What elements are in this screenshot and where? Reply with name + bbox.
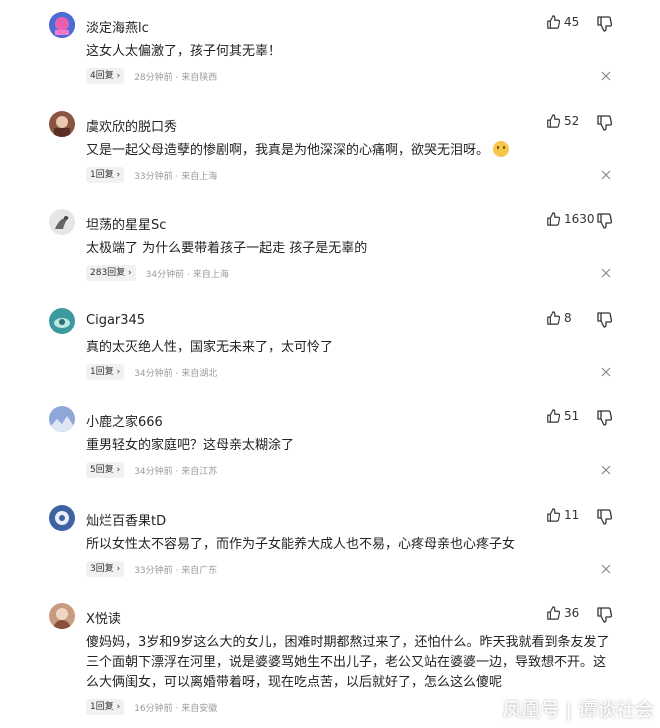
avatar[interactable] — [49, 111, 75, 137]
reply-count-button[interactable]: 5回复 › — [86, 462, 125, 478]
username[interactable]: 小鹿之家666 — [86, 411, 163, 430]
comment-meta: 1回复 › 16分钟前 · 来自安徽 — [86, 699, 217, 715]
like-count: 52 — [564, 114, 580, 128]
thumbs-up-icon — [547, 606, 560, 620]
username[interactable]: 灿烂百香果tD — [86, 510, 166, 529]
thinking-emoji-icon — [493, 141, 510, 157]
like-button[interactable]: 36 — [546, 606, 579, 620]
close-icon[interactable] — [601, 367, 611, 377]
thumbs-up-icon — [547, 409, 560, 423]
close-icon[interactable] — [601, 71, 611, 81]
comment-meta: 1回复 › 33分钟前 · 来自上海 — [86, 167, 217, 183]
username[interactable]: 虞欢欣的脱口秀 — [86, 116, 177, 135]
watermark: 凤凰号 | 谭谈社会 — [502, 699, 654, 721]
reply-count-button[interactable]: 4回复 › — [86, 68, 125, 84]
like-button[interactable]: 1630 — [546, 212, 595, 226]
username[interactable]: Cigar345 — [86, 313, 145, 328]
thumbs-up-icon — [547, 508, 560, 522]
comment-text: 太极端了 为什么要带着孩子一起走 孩子是无辜的 — [86, 241, 368, 256]
reply-count-button[interactable]: 3回复 › — [86, 561, 125, 577]
thumbs-down-icon[interactable] — [596, 16, 612, 32]
thumbs-down-icon[interactable] — [596, 115, 612, 131]
thumbs-up-icon — [547, 114, 560, 128]
thumbs-up-icon — [547, 15, 560, 29]
like-button[interactable]: 51 — [546, 409, 579, 423]
close-icon[interactable] — [601, 268, 611, 278]
like-count: 36 — [564, 606, 580, 620]
comment-text: 又是一起父母造孽的惨剧啊，我真是为他深深的心痛啊，欲哭无泪呀。 — [86, 141, 616, 161]
avatar[interactable] — [49, 505, 75, 531]
like-button[interactable]: 11 — [546, 508, 579, 522]
like-button[interactable]: 52 — [546, 114, 579, 128]
timestamp-location: 16分钟前 · 来自安徽 — [134, 703, 218, 714]
thumbs-down-icon[interactable] — [596, 213, 612, 229]
comment-text: 这女人太偏激了，孩子何其无辜！ — [86, 44, 282, 59]
timestamp-location: 33分钟前 · 来自上海 — [134, 171, 218, 182]
comment-meta: 3回复 › 33分钟前 · 来自广东 — [86, 561, 217, 577]
like-count: 51 — [564, 409, 580, 423]
comment-meta: 1回复 › 34分钟前 · 来自湖北 — [86, 364, 217, 380]
username[interactable]: X悦读 — [86, 608, 121, 627]
comment-meta: 283回复 › 34分钟前 · 来自上海 — [86, 265, 229, 281]
username[interactable]: 淡定海燕lc — [86, 17, 149, 36]
thumbs-up-icon — [547, 311, 560, 325]
like-button[interactable]: 8 — [546, 311, 572, 325]
like-count: 8 — [564, 311, 572, 325]
timestamp-location: 34分钟前 · 来自江苏 — [134, 466, 218, 477]
avatar[interactable] — [49, 12, 75, 38]
thumbs-up-icon — [547, 212, 560, 226]
like-count: 45 — [564, 15, 580, 29]
username[interactable]: 坦荡的星星Sc — [86, 214, 166, 233]
close-icon[interactable] — [601, 465, 611, 475]
thumbs-down-icon[interactable] — [596, 410, 612, 426]
avatar[interactable] — [49, 209, 75, 235]
reply-count-button[interactable]: 1回复 › — [86, 699, 125, 715]
like-count: 1630 — [564, 212, 595, 226]
avatar[interactable] — [49, 603, 75, 629]
thumbs-down-icon[interactable] — [596, 312, 612, 328]
avatar[interactable] — [49, 308, 75, 334]
reply-count-button[interactable]: 1回复 › — [86, 167, 125, 183]
timestamp-location: 33分钟前 · 来自广东 — [134, 565, 218, 576]
like-button[interactable]: 45 — [546, 15, 579, 29]
timestamp-location: 34分钟前 · 来自上海 — [145, 269, 229, 280]
timestamp-location: 34分钟前 · 来自湖北 — [134, 368, 218, 379]
like-count: 11 — [564, 508, 580, 522]
comment-text: 傻妈妈，3岁和9岁这么大的女儿，困难时期都熬过来了，还怕什么。昨天我就看到条友发… — [86, 635, 610, 690]
comment-meta: 5回复 › 34分钟前 · 来自江苏 — [86, 462, 217, 478]
reply-count-button[interactable]: 283回复 › — [86, 265, 136, 281]
avatar[interactable] — [49, 406, 75, 432]
timestamp-location: 28分钟前 · 来自陕西 — [134, 72, 218, 83]
comment-meta: 4回复 › 28分钟前 · 来自陕西 — [86, 68, 217, 84]
reply-count-button[interactable]: 1回复 › — [86, 364, 125, 380]
comment-text: 重男轻女的家庭吧？这母亲太糊涂了 — [86, 438, 295, 453]
thumbs-down-icon[interactable] — [596, 509, 612, 525]
comment-text: 所以女性太不容易了，而作为子女能养大成人也不易，心疼母亲也心疼子女 — [86, 537, 516, 552]
thumbs-down-icon[interactable] — [596, 607, 612, 623]
close-icon[interactable] — [601, 170, 611, 180]
comment-text: 真的太灭绝人性，国家无未来了，太可怜了 — [86, 340, 334, 355]
watermark-right: 谭谈社会 — [577, 699, 654, 721]
close-icon[interactable] — [601, 564, 611, 574]
watermark-left: 凤凰号 — [502, 699, 560, 721]
